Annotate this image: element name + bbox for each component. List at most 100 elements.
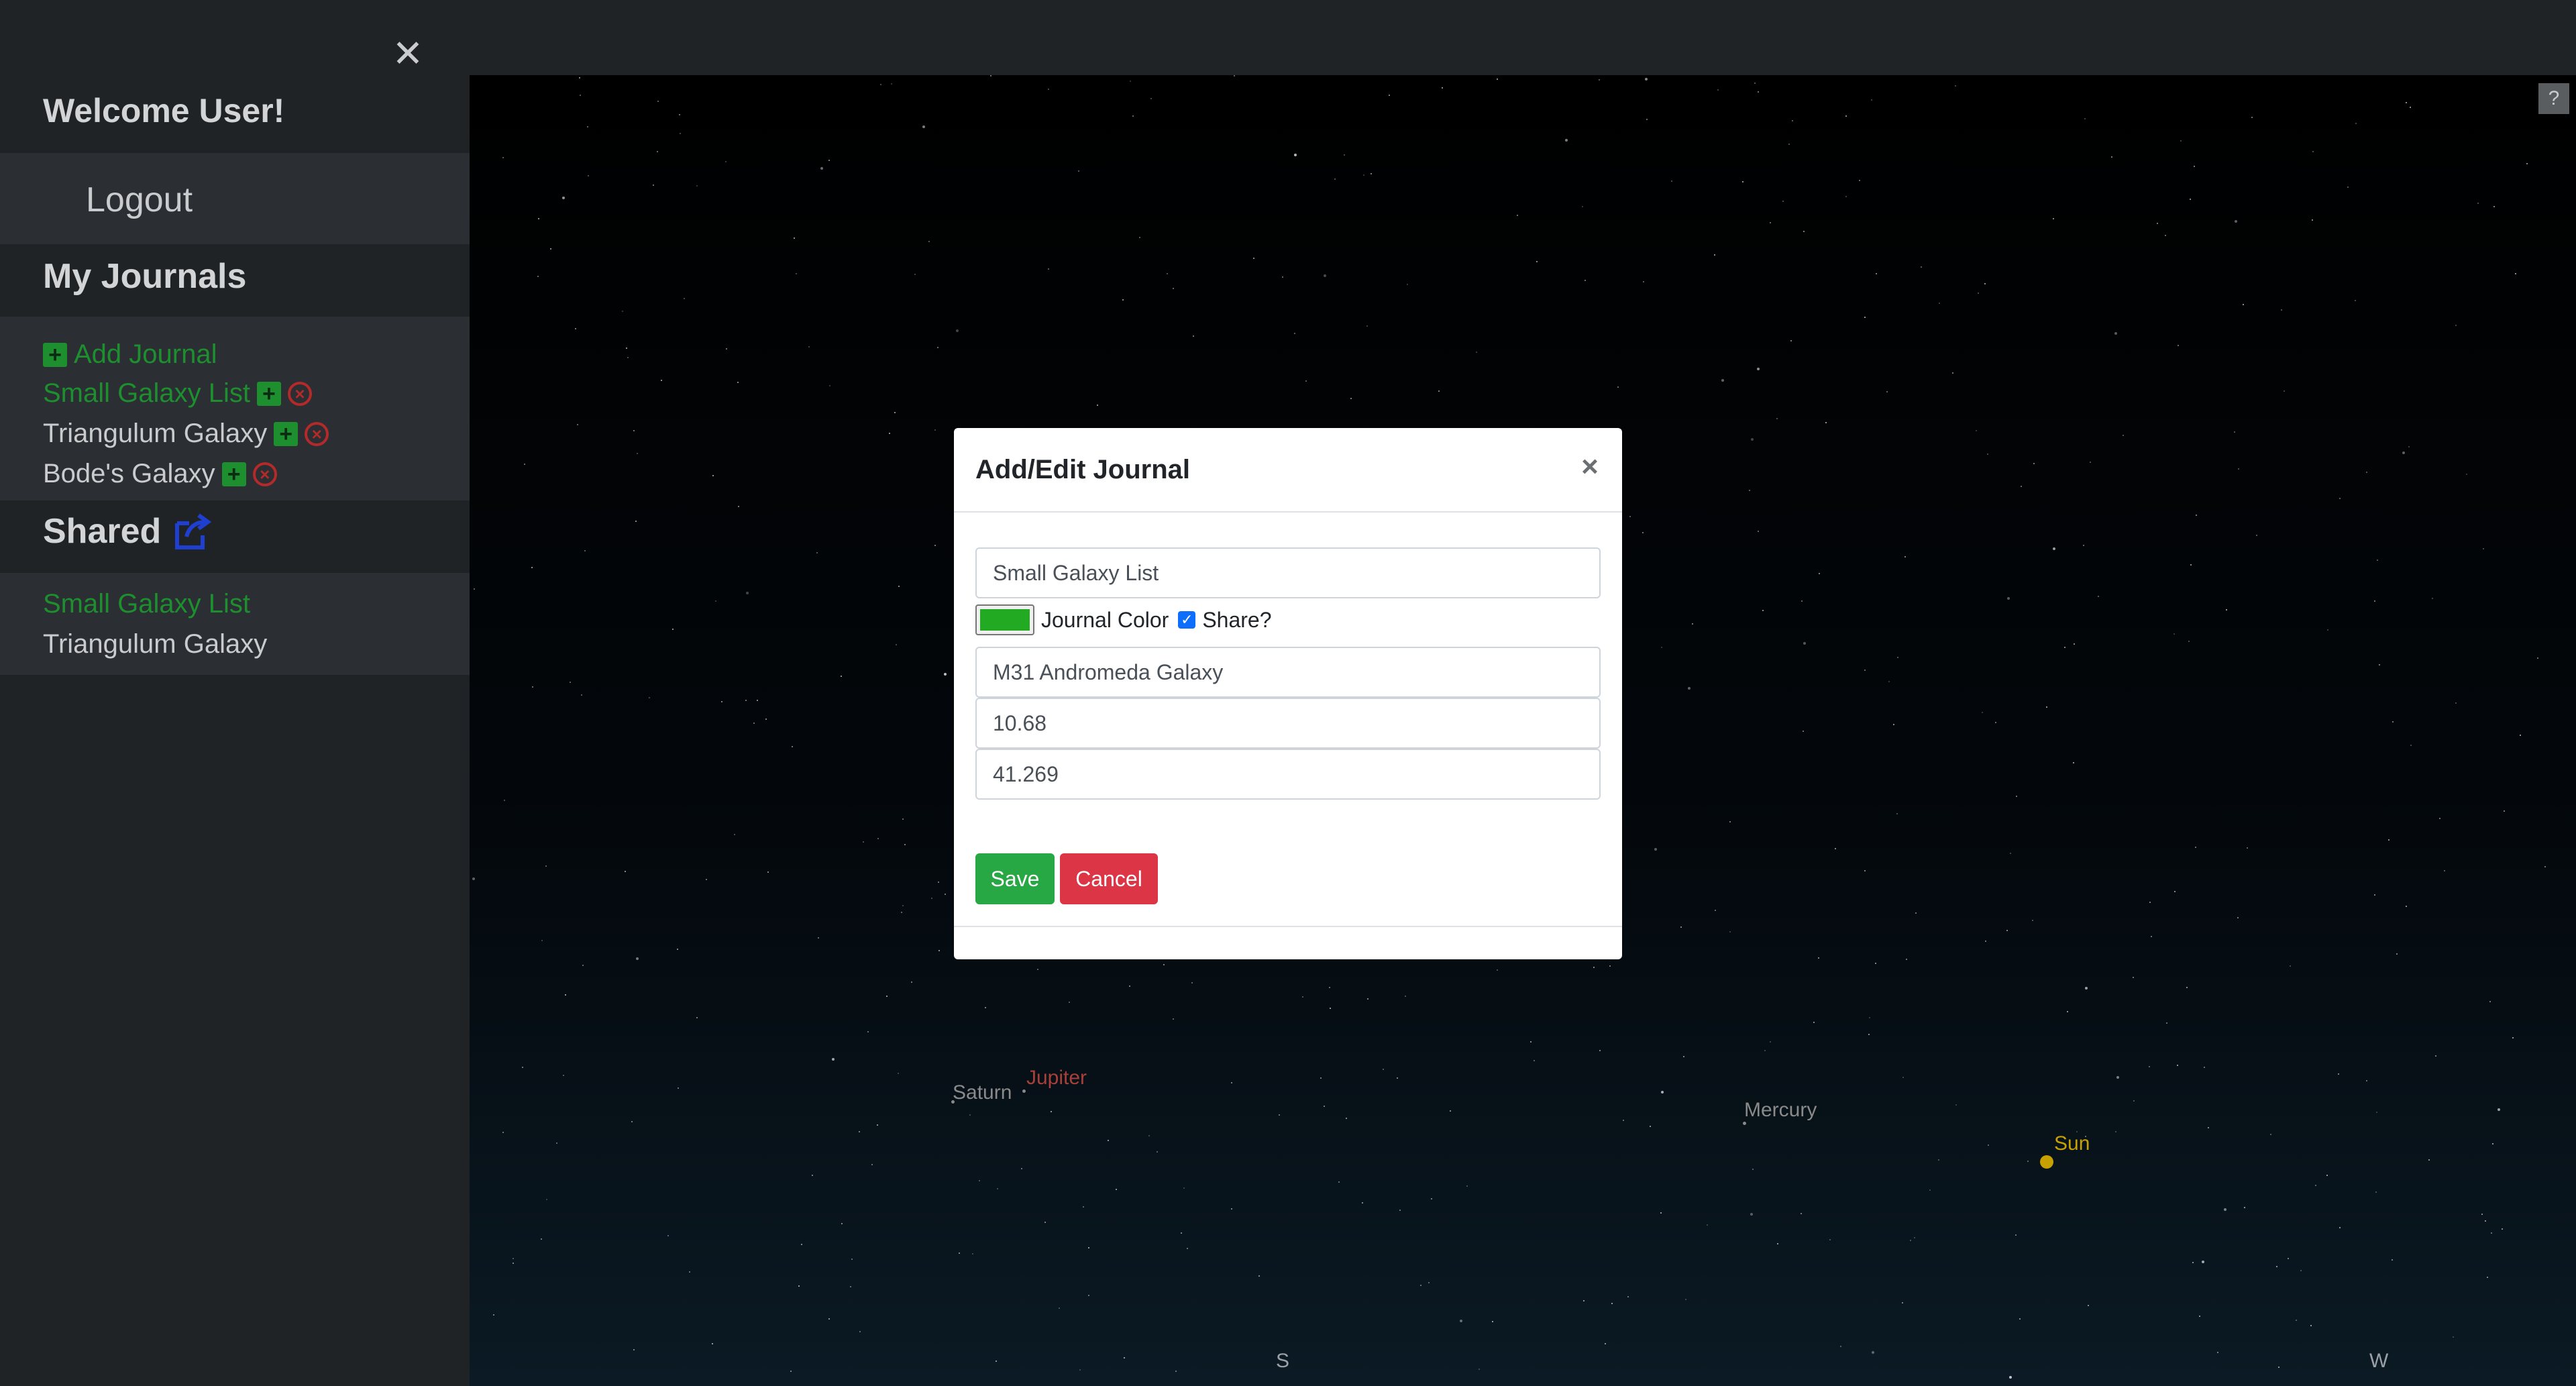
star <box>1534 1060 1535 1061</box>
star <box>570 682 571 683</box>
star <box>1324 274 1326 277</box>
star <box>2177 1065 2178 1066</box>
star <box>2278 1367 2279 1368</box>
cancel-button[interactable]: Cancel <box>1060 853 1158 904</box>
delete-icon[interactable]: × <box>305 421 329 446</box>
star <box>1864 670 1866 671</box>
close-icon[interactable]: × <box>1571 448 1609 486</box>
star <box>2526 163 2528 164</box>
star <box>1497 78 1498 80</box>
object-name-input[interactable] <box>975 647 1601 698</box>
star <box>2027 1161 2029 1162</box>
star <box>1397 1077 1398 1079</box>
star <box>1167 273 1168 274</box>
star <box>661 380 662 381</box>
star <box>2006 930 2008 931</box>
star <box>637 453 638 454</box>
star <box>726 348 727 350</box>
plus-icon: + <box>43 342 67 367</box>
shared-item-triangulum-galaxy[interactable]: Triangulum Galaxy <box>43 629 267 659</box>
star <box>2296 1320 2297 1321</box>
logout-link[interactable]: Logout <box>86 180 193 220</box>
star <box>871 1164 873 1165</box>
star <box>850 1286 851 1287</box>
star <box>2009 1376 2012 1379</box>
star <box>2477 203 2479 204</box>
help-button[interactable]: ? <box>2538 83 2569 114</box>
shared-heading-label: Shared <box>43 512 162 551</box>
star <box>792 746 793 747</box>
star <box>1645 78 1648 81</box>
sun-marker[interactable] <box>2040 1155 2053 1169</box>
star <box>2288 1258 2289 1259</box>
dec-input[interactable] <box>975 749 1601 800</box>
star <box>985 1007 986 1008</box>
star <box>959 1252 960 1254</box>
star <box>2428 1159 2430 1161</box>
close-icon[interactable]: ✕ <box>386 32 429 75</box>
star <box>2202 1261 2204 1263</box>
star <box>472 877 475 880</box>
journal-color-picker[interactable] <box>975 604 1034 635</box>
star <box>712 1343 713 1344</box>
star <box>2339 498 2341 499</box>
star <box>1037 969 1038 970</box>
star <box>1420 1285 1421 1286</box>
star <box>2375 1191 2377 1193</box>
star <box>904 844 906 845</box>
star <box>1431 1198 1432 1200</box>
star <box>2388 839 2390 841</box>
star <box>2192 1262 2194 1263</box>
shared-label: Small Galaxy List <box>43 589 250 619</box>
plus-icon[interactable]: + <box>221 462 246 486</box>
jupiter-marker[interactable] <box>1022 1089 1026 1093</box>
star <box>2408 446 2410 447</box>
star <box>657 151 658 152</box>
star <box>1497 969 1498 971</box>
plus-icon[interactable]: + <box>274 421 299 446</box>
star <box>1714 254 1715 256</box>
star <box>2196 515 2197 516</box>
star <box>1407 284 1408 285</box>
star <box>1530 1041 1532 1043</box>
star <box>580 95 581 96</box>
star <box>1982 712 1983 713</box>
star <box>582 965 584 966</box>
shared-item-small-galaxy-list[interactable]: Small Galaxy List <box>43 589 250 619</box>
star <box>808 346 810 348</box>
star <box>2432 598 2433 599</box>
star <box>513 1258 514 1259</box>
journal-name-input[interactable] <box>975 547 1601 598</box>
star <box>1790 340 1792 341</box>
star <box>1770 1041 1771 1043</box>
star <box>1896 813 1898 814</box>
mercury-marker[interactable] <box>1743 1122 1746 1125</box>
share-checkbox[interactable]: ✓ <box>1178 611 1196 629</box>
star <box>902 818 904 820</box>
star <box>1438 390 1440 392</box>
star <box>2270 1134 2271 1135</box>
star <box>745 700 747 701</box>
star <box>1051 1111 1052 1112</box>
save-button[interactable]: Save <box>975 853 1055 904</box>
ra-input[interactable] <box>975 698 1601 749</box>
add-journal-item[interactable]: + Add Journal <box>43 339 217 370</box>
journal-item-bodes-galaxy[interactable]: Bode's Galaxy + × <box>43 459 277 489</box>
journal-item-small-galaxy-list[interactable]: Small Galaxy List + × <box>43 378 312 409</box>
plus-icon[interactable]: + <box>256 381 281 406</box>
star <box>1148 1135 1150 1136</box>
delete-icon[interactable]: × <box>252 462 277 486</box>
share-icon[interactable] <box>173 513 213 550</box>
star <box>565 994 566 996</box>
star <box>1813 1022 1815 1023</box>
journal-label: Triangulum Galaxy <box>43 419 268 448</box>
star <box>2326 1175 2328 1176</box>
star <box>1752 1169 1754 1170</box>
star <box>934 545 936 546</box>
star <box>2195 847 2196 848</box>
journal-item-triangulum-galaxy[interactable]: Triangulum Galaxy + × <box>43 419 329 449</box>
star <box>1605 1343 1606 1344</box>
modal-header: Add/Edit Journal × <box>954 428 1622 513</box>
star <box>1661 1091 1664 1094</box>
delete-icon[interactable]: × <box>287 381 312 406</box>
